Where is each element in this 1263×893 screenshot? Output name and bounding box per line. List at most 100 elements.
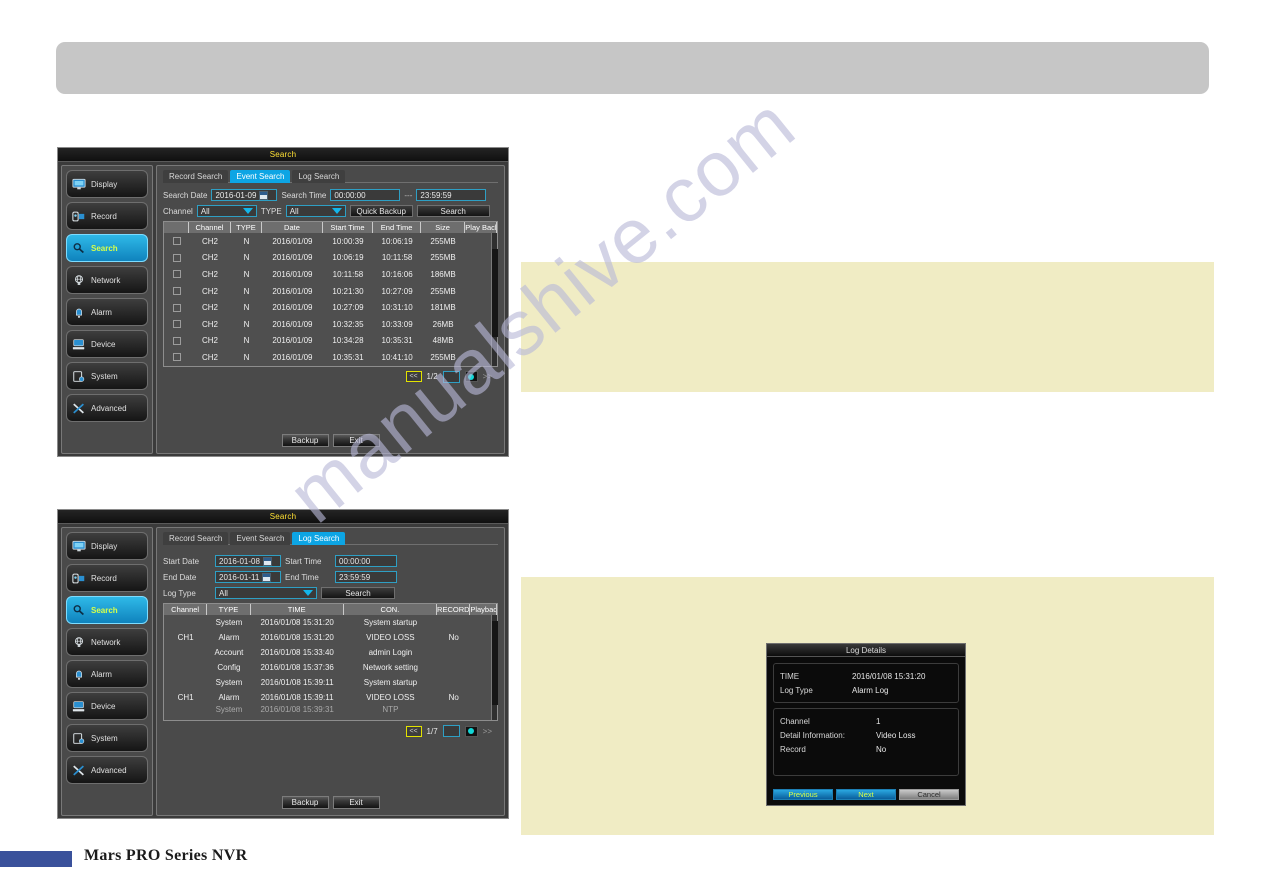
table-row[interactable]: CH2 N 2016/01/09 10:32:35 10:33:09 26MB <box>164 316 497 333</box>
log-search-button[interactable]: Search <box>321 587 395 599</box>
row-checkbox-cell[interactable] <box>164 336 189 345</box>
sidebar-item-system[interactable]: System <box>66 362 148 390</box>
sidebar-item-record[interactable]: Record <box>66 564 148 592</box>
tab-event-search[interactable]: Event Search <box>230 170 291 183</box>
tab-log-search[interactable]: Log Search <box>292 532 346 545</box>
start-time-field[interactable]: 00:00:00 <box>335 555 397 567</box>
search-button[interactable]: Search <box>416 205 490 217</box>
scrollbar-thumb[interactable] <box>492 248 498 337</box>
exit-button[interactable]: Exit <box>332 434 380 447</box>
table-row[interactable]: CH2 N 2016/01/09 10:34:28 10:35:31 48MB <box>164 333 497 350</box>
exit-button[interactable]: Exit <box>332 796 380 809</box>
calendar-icon[interactable] <box>262 572 272 582</box>
tab-record-search[interactable]: Record Search <box>163 170 229 183</box>
table-row[interactable]: CH2 N 2016/01/09 10:35:31 10:41:10 255MB <box>164 349 497 366</box>
search-time-from-field[interactable]: 00:00:00 <box>330 189 401 201</box>
table-row[interactable]: CH2 N 2016/01/09 10:06:19 10:11:58 255MB <box>164 250 497 267</box>
sidebar-item-alarm[interactable]: Alarm <box>66 660 148 688</box>
next-button[interactable]: Next <box>836 789 896 800</box>
sidebar-item-display[interactable]: Display <box>66 532 148 560</box>
prev-page-button[interactable]: << <box>405 371 422 383</box>
sidebar-item-system[interactable]: System <box>66 724 148 752</box>
table-row[interactable]: System 2016/01/08 15:39:11 System startup <box>164 675 497 690</box>
checkbox[interactable] <box>172 237 181 246</box>
row-checkbox-cell[interactable] <box>164 237 189 246</box>
row-checkbox-cell[interactable] <box>164 287 189 296</box>
go-page-button[interactable] <box>464 371 478 383</box>
start-date-field[interactable]: 2016-01-08 <box>215 555 281 567</box>
sidebar-item-search[interactable]: Search <box>66 596 148 624</box>
sidebar-item-advanced[interactable]: Advanced <box>66 394 148 422</box>
scrollbar-thumb[interactable] <box>492 621 498 706</box>
backup-button[interactable]: Backup <box>281 434 329 447</box>
col-end[interactable]: End Time <box>373 222 421 233</box>
col-time[interactable]: TIME <box>250 604 344 615</box>
col-playback[interactable]: Playback <box>470 604 497 615</box>
checkbox[interactable] <box>172 303 181 312</box>
col-start[interactable]: Start Time <box>322 222 374 233</box>
row-checkbox-cell[interactable] <box>164 320 189 329</box>
tab-log-search[interactable]: Log Search <box>292 170 346 183</box>
table-row[interactable]: System 2016/01/08 15:39:31 NTP <box>164 705 497 714</box>
checkbox[interactable] <box>172 287 181 296</box>
calendar-icon[interactable] <box>262 556 272 566</box>
search-time-to-field[interactable]: 23:59:59 <box>416 189 487 201</box>
sidebar-item-advanced[interactable]: Advanced <box>66 756 148 784</box>
table-row[interactable]: Account 2016/01/08 15:33:40 admin Login <box>164 645 497 660</box>
row-checkbox-cell[interactable] <box>164 353 189 362</box>
checkbox[interactable] <box>172 253 181 262</box>
page-number-input[interactable] <box>442 370 460 383</box>
table-row[interactable]: System 2016/01/08 15:31:20 System startup <box>164 615 497 630</box>
checkbox[interactable] <box>172 270 181 279</box>
next-page-button[interactable]: >> <box>483 727 492 736</box>
end-time-field[interactable]: 23:59:59 <box>335 571 397 583</box>
sidebar-item-network[interactable]: Network <box>66 266 148 294</box>
table-row[interactable]: CH2 N 2016/01/09 10:21:30 10:27:09 255MB <box>164 283 497 300</box>
previous-button[interactable]: Previous <box>773 789 833 800</box>
col-record[interactable]: RECORD <box>437 604 471 615</box>
sidebar-item-device[interactable]: Device <box>66 692 148 720</box>
sidebar-item-device[interactable]: Device <box>66 330 148 358</box>
log-type-dropdown[interactable]: All <box>215 587 317 599</box>
page-number-input[interactable] <box>442 725 460 737</box>
row-checkbox-cell[interactable] <box>164 253 189 262</box>
col-date[interactable]: Date <box>262 222 323 233</box>
channel-dropdown[interactable]: All <box>196 205 257 217</box>
col-con[interactable]: CON. <box>343 604 438 615</box>
end-date-field[interactable]: 2016-01-11 <box>215 571 281 583</box>
search-date-field[interactable]: 2016-01-09 <box>211 189 278 201</box>
sidebar-item-record[interactable]: Record <box>66 202 148 230</box>
col-type[interactable]: TYPE <box>230 222 263 233</box>
col-play-back[interactable]: Play Back <box>465 222 498 233</box>
vertical-scrollbar[interactable] <box>491 233 498 366</box>
table-row[interactable]: CH2 N 2016/01/09 10:27:09 10:31:10 181MB <box>164 299 497 316</box>
sidebar-item-network[interactable]: Network <box>66 628 148 656</box>
col-type[interactable]: TYPE <box>207 604 251 615</box>
col-size[interactable]: Size <box>420 222 466 233</box>
prev-page-button[interactable]: << <box>405 725 422 737</box>
checkbox[interactable] <box>172 336 181 345</box>
sidebar-item-alarm[interactable]: Alarm <box>66 298 148 326</box>
table-row[interactable]: CH2 N 2016/01/09 10:11:58 10:16:06 186MB <box>164 266 497 283</box>
quick-backup-button[interactable]: Quick Backup <box>349 205 413 217</box>
row-checkbox-cell[interactable] <box>164 303 189 312</box>
tab-record-search[interactable]: Record Search <box>163 532 229 545</box>
checkbox[interactable] <box>172 353 181 362</box>
vertical-scrollbar[interactable] <box>491 615 498 720</box>
sidebar-item-display[interactable]: Display <box>66 170 148 198</box>
calendar-icon[interactable] <box>259 190 269 200</box>
tab-event-search[interactable]: Event Search <box>230 532 291 545</box>
checkbox[interactable] <box>172 320 181 329</box>
table-row[interactable]: Config 2016/01/08 15:37:36 Network setting <box>164 660 497 675</box>
cancel-button[interactable]: Cancel <box>899 789 959 800</box>
type-dropdown[interactable]: All <box>285 205 346 217</box>
table-row[interactable]: CH2 N 2016/01/09 10:00:39 10:06:19 255MB <box>164 233 497 250</box>
go-page-button[interactable] <box>464 725 478 737</box>
col-channel[interactable]: Channel <box>189 222 231 233</box>
next-page-button[interactable]: >> <box>483 372 492 381</box>
backup-button[interactable]: Backup <box>281 796 329 809</box>
table-row[interactable]: CH1 Alarm 2016/01/08 15:31:20 VIDEO LOSS No <box>164 630 497 645</box>
col-channel[interactable]: Channel <box>164 604 208 615</box>
sidebar-item-search[interactable]: Search <box>66 234 148 262</box>
row-checkbox-cell[interactable] <box>164 270 189 279</box>
